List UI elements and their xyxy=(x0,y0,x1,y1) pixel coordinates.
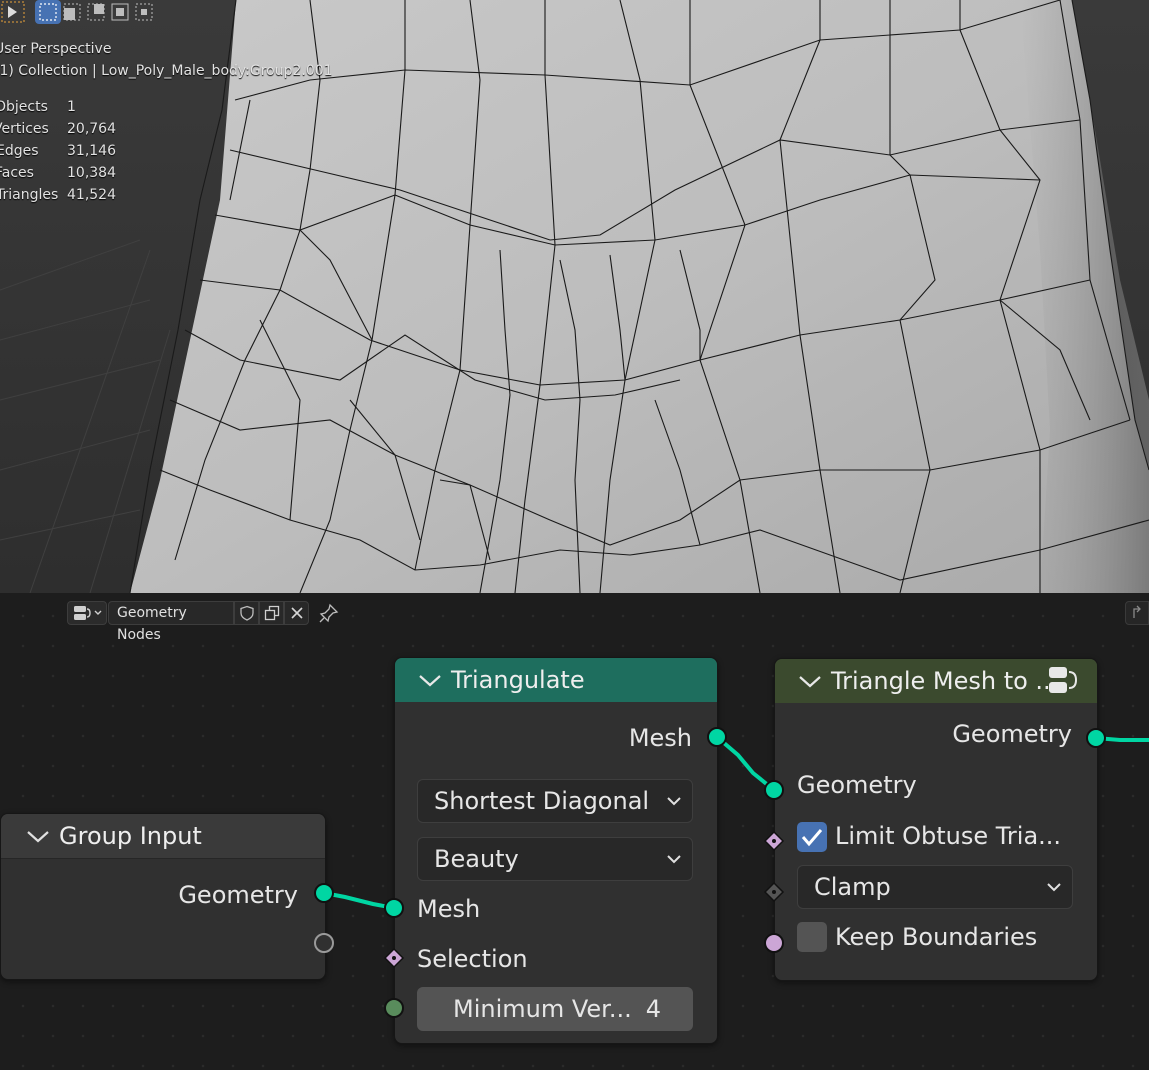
triangulate-mesh-output-label: Mesh xyxy=(628,724,692,752)
node-group-icon xyxy=(1049,667,1078,693)
group-input-title: Group Input xyxy=(59,822,202,850)
triangle-mesh-to-title: Triangle Mesh to ... xyxy=(831,667,1059,695)
geometry-node-editor[interactable]: Geometry Nodes Group Input Geometry Tria… xyxy=(0,593,1149,1070)
group-input-geometry-output-label: Geometry xyxy=(178,881,298,909)
triangulate-title: Triangulate xyxy=(451,666,585,694)
select-new-mode-button[interactable] xyxy=(35,0,57,22)
keep-boundaries-label: Keep Boundaries xyxy=(835,923,1038,951)
chevron-down-icon xyxy=(667,797,681,806)
clamp-dropdown[interactable]: Clamp xyxy=(797,865,1073,909)
tweak-tool-button[interactable] xyxy=(0,0,22,22)
clamp-value: Clamp xyxy=(814,873,891,901)
dual-mesh-geometry-input-socket[interactable] xyxy=(763,779,785,801)
triangulate-mesh-output-socket[interactable] xyxy=(706,726,728,748)
select-invert-mode-button[interactable] xyxy=(107,0,129,22)
group-input-empty-socket[interactable] xyxy=(313,932,335,954)
limit-obtuse-checkbox[interactable] xyxy=(797,822,827,852)
chevron-down-icon[interactable] xyxy=(797,672,823,690)
select-subtract-mode-button[interactable] xyxy=(83,0,105,22)
dual-mesh-geometry-output-socket[interactable] xyxy=(1085,727,1107,749)
select-extend-mode-button[interactable] xyxy=(59,0,81,22)
triangle-mesh-to-node[interactable]: Triangle Mesh to ... Geometry Geometry L… xyxy=(774,658,1098,981)
group-input-node[interactable]: Group Input Geometry xyxy=(0,813,326,980)
group-input-geometry-socket[interactable] xyxy=(313,882,335,904)
quad-method-dropdown[interactable]: Shortest Diagonal xyxy=(417,779,693,823)
triangle-mesh-to-node-header[interactable]: Triangle Mesh to ... xyxy=(775,659,1097,703)
3d-viewport[interactable]: User Perspective (1) Collection | Low_Po… xyxy=(0,0,1149,593)
limit-obtuse-label: Limit Obtuse Tria... xyxy=(835,822,1062,850)
minimum-vertices-value: 4 xyxy=(645,995,661,1023)
keep-boundaries-socket[interactable] xyxy=(763,932,785,954)
ngon-method-dropdown[interactable]: Beauty xyxy=(417,837,693,881)
checkmark-icon xyxy=(801,829,823,847)
mesh-render xyxy=(0,0,1149,593)
triangulate-selection-input-label: Selection xyxy=(417,945,528,973)
quad-method-value: Shortest Diagonal xyxy=(434,787,650,815)
triangulate-mesh-input-label: Mesh xyxy=(417,895,481,923)
chevron-down-icon[interactable] xyxy=(25,827,51,845)
ngon-method-value: Beauty xyxy=(434,845,519,873)
limit-obtuse-socket[interactable] xyxy=(763,830,785,852)
group-input-node-header[interactable]: Group Input xyxy=(1,814,325,859)
chevron-down-icon xyxy=(1047,883,1061,892)
chevron-down-icon[interactable] xyxy=(417,671,443,689)
triangulate-node[interactable]: Triangulate Mesh Shortest Diagonal Beaut… xyxy=(394,657,718,1044)
triangulate-selection-socket[interactable] xyxy=(383,947,405,969)
keep-boundaries-checkbox[interactable] xyxy=(797,922,827,952)
triangulate-node-header[interactable]: Triangulate xyxy=(395,658,717,702)
dual-mesh-geometry-output-label: Geometry xyxy=(952,720,1072,748)
select-intersect-mode-button[interactable] xyxy=(131,0,153,22)
triangulate-mesh-input-socket[interactable] xyxy=(383,897,405,919)
clamp-socket[interactable] xyxy=(763,881,785,903)
minimum-vertices-field[interactable]: Minimum Ver... 4 xyxy=(417,987,693,1031)
chevron-down-icon xyxy=(667,855,681,864)
triangulate-min-vertices-socket[interactable] xyxy=(383,997,405,1019)
minimum-vertices-label: Minimum Ver... xyxy=(453,995,632,1023)
dual-mesh-geometry-input-label: Geometry xyxy=(797,771,917,799)
